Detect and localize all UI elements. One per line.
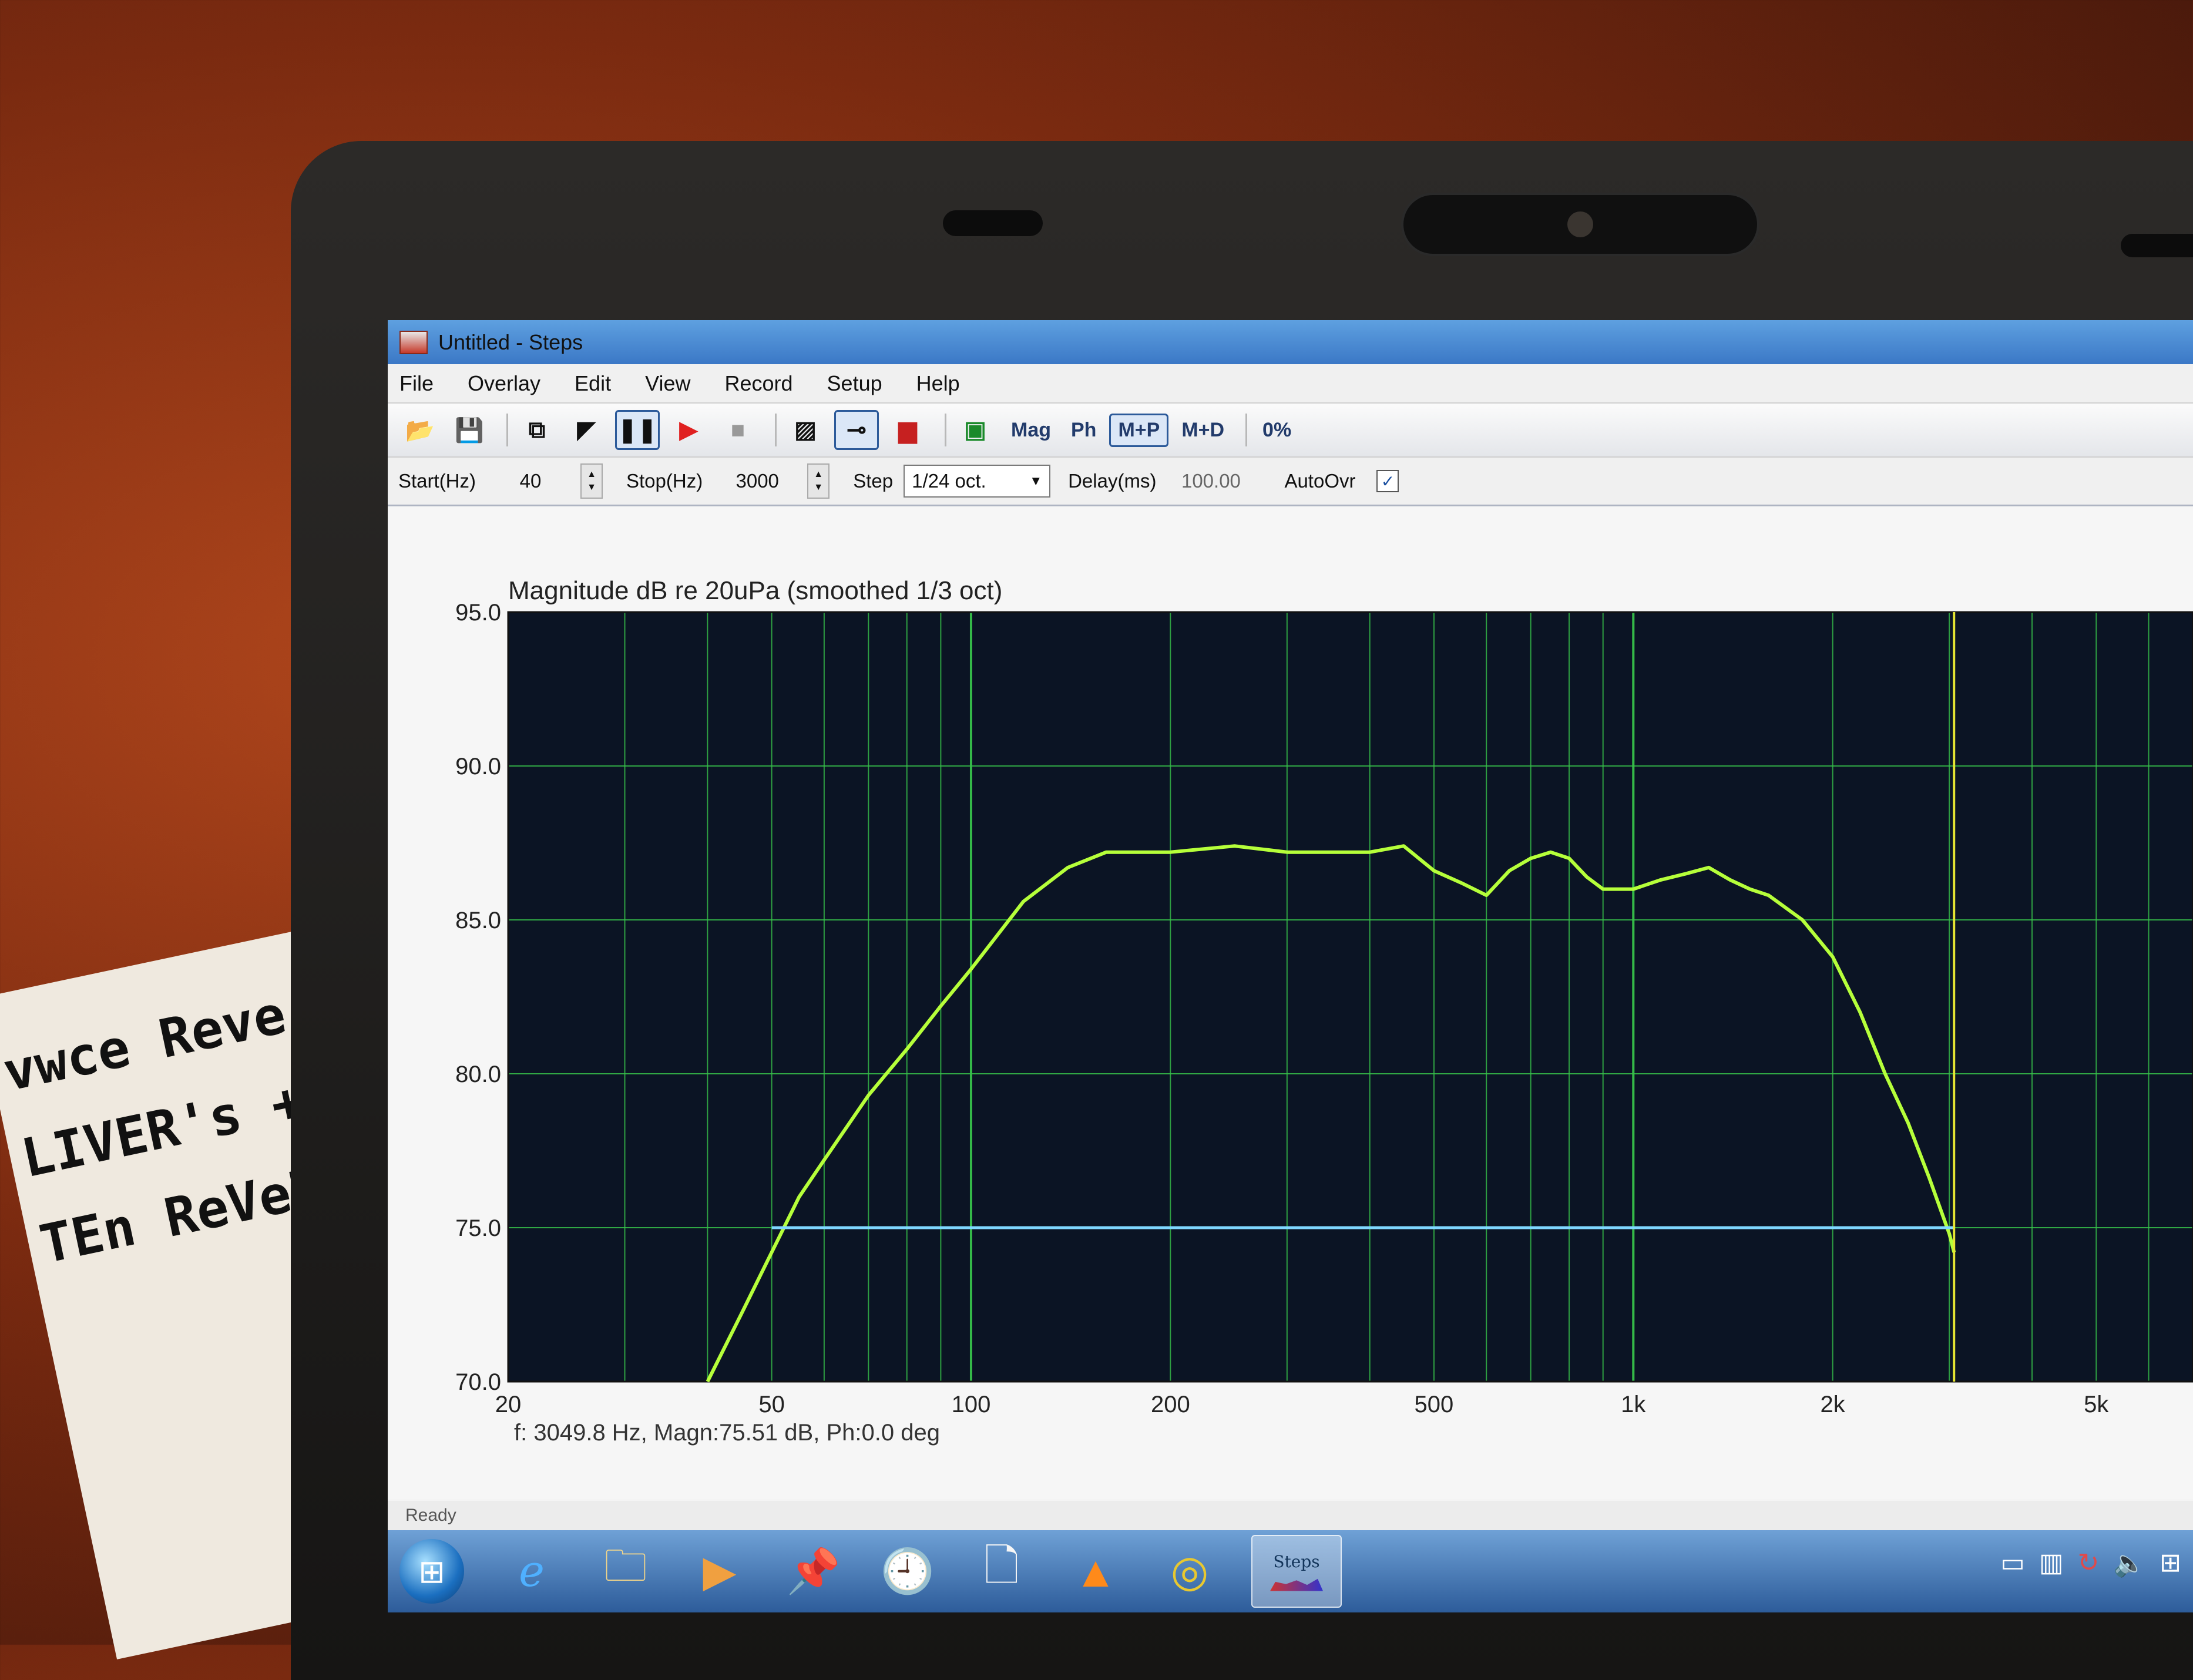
copy-icon[interactable]: ⧉	[516, 412, 558, 448]
steps-app-icon	[1270, 1578, 1323, 1591]
step-label: Step	[853, 470, 894, 492]
app-icon	[399, 330, 428, 354]
pushpin-icon[interactable]: 📌	[781, 1539, 846, 1604]
spin-up-icon: ▲	[587, 469, 596, 479]
toolbar: 📂 💾 ⧉ ◤ ❚❚ ▶ ■ ▨ ⊸ ▆ ▣ Mag Ph M+P M+D 0%	[388, 404, 2193, 458]
toolbar-separator	[1245, 414, 1248, 446]
pointer-icon[interactable]: ◤	[566, 412, 607, 448]
x-tick-label: 50	[758, 1392, 785, 1417]
save-icon[interactable]: 💾	[449, 412, 490, 448]
menu-view[interactable]: View	[645, 371, 690, 396]
stop-icon[interactable]: ■	[717, 412, 758, 448]
chrome-icon[interactable]: ◎	[1157, 1539, 1222, 1604]
menu-file[interactable]: File	[399, 371, 434, 396]
y-tick-label: 90.0	[455, 754, 501, 779]
window-titlebar[interactable]: Untitled - Steps	[388, 320, 2193, 364]
stop-spinner[interactable]: ▲ ▼	[807, 463, 830, 499]
x-tick-label: 20	[495, 1392, 522, 1417]
menu-setup[interactable]: Setup	[827, 371, 882, 396]
delay-input[interactable]: 100.00	[1167, 470, 1255, 492]
clock-icon[interactable]: 🕘	[875, 1539, 940, 1604]
file-explorer-icon[interactable]: 🗀	[593, 1539, 658, 1604]
y-tick-label: 70.0	[455, 1369, 501, 1395]
y-tick-label: 85.0	[455, 908, 501, 933]
delay-label: Delay(ms)	[1068, 470, 1157, 492]
open-folder-icon[interactable]: 📂	[399, 412, 441, 448]
start-spinner[interactable]: ▲ ▼	[580, 463, 603, 499]
probe-icon[interactable]: ⊸	[834, 410, 879, 450]
x-tick-label: 2k	[1821, 1392, 1846, 1417]
tray-network-icon[interactable]: ▥	[2039, 1548, 2064, 1578]
spectrum-icon[interactable]: ▆	[887, 412, 928, 448]
menu-help[interactable]: Help	[916, 371, 960, 396]
toolbar-separator	[506, 414, 508, 446]
start-input[interactable]: 40	[486, 470, 575, 492]
step-select-value: 1/24 oct.	[912, 470, 986, 492]
stop-label: Stop(Hz)	[626, 470, 703, 492]
y-tick-label: 80.0	[455, 1061, 501, 1087]
stop-input[interactable]: 3000	[713, 470, 801, 492]
plot-background	[508, 612, 2193, 1382]
autoovr-label: AutoOvr	[1284, 470, 1356, 492]
autoovr-checkbox[interactable]: ✓	[1376, 470, 1399, 492]
tray-chevron-icon[interactable]: ▭	[2000, 1548, 2025, 1578]
pause-icon[interactable]: ❚❚	[615, 410, 660, 450]
oscilloscope-icon[interactable]: ▣	[955, 412, 996, 448]
x-tick-label: 500	[1415, 1392, 1454, 1417]
x-tick-label: 100	[952, 1392, 991, 1417]
speaker-slot	[943, 210, 1043, 236]
tray-sync-icon[interactable]: ↻	[2077, 1548, 2099, 1578]
vlc-icon[interactable]: ▲	[1063, 1539, 1128, 1604]
x-tick-label: 1k	[1621, 1392, 1646, 1417]
media-player-icon[interactable]: ▶	[687, 1539, 752, 1604]
scope-icon[interactable]: ▨	[785, 412, 826, 448]
start-button-icon[interactable]: ⊞	[399, 1539, 464, 1604]
status-text: Ready	[405, 1506, 456, 1525]
phase-button[interactable]: Ph	[1064, 415, 1103, 445]
start-label: Start(Hz)	[398, 470, 476, 492]
toolbar-separator	[775, 414, 777, 446]
menu-overlay[interactable]: Overlay	[468, 371, 540, 396]
chart-title: Magnitude dB re 20uPa (smoothed 1/3 oct)	[508, 576, 1002, 605]
spin-down-icon: ▼	[814, 482, 824, 492]
mag-button[interactable]: Mag	[1004, 415, 1058, 445]
x-tick-label: 5k	[2084, 1392, 2109, 1417]
bezel-slot	[2121, 234, 2193, 257]
magnitude-chart[interactable]: Magnitude dB re 20uPa (smoothed 1/3 oct)…	[388, 506, 2193, 1499]
y-tick-label: 75.0	[455, 1215, 501, 1241]
tray-windows-icon[interactable]: ⊞	[2160, 1548, 2181, 1578]
menu-bar: File Overlay Edit View Record Setup Help	[388, 364, 2193, 404]
tray-volume-icon[interactable]: 🔈	[2113, 1548, 2145, 1578]
plot-area: Magnitude dB re 20uPa (smoothed 1/3 oct)…	[388, 506, 2193, 1499]
play-icon[interactable]: ▶	[668, 412, 709, 448]
mag-delay-button[interactable]: M+D	[1174, 415, 1231, 445]
document-icon[interactable]: 🗋	[969, 1539, 1034, 1604]
step-select[interactable]: 1/24 oct. ▼	[904, 465, 1051, 498]
menu-record[interactable]: Record	[724, 371, 792, 396]
menu-edit[interactable]: Edit	[575, 371, 611, 396]
x-tick-label: 200	[1151, 1392, 1190, 1417]
percent-button[interactable]: 0%	[1255, 415, 1298, 445]
steps-taskbar-button[interactable]: Steps	[1251, 1535, 1342, 1608]
toolbar-separator	[945, 414, 946, 446]
internet-explorer-icon[interactable]: ℯ	[499, 1539, 564, 1604]
parameter-bar: Start(Hz) 40 ▲ ▼ Stop(Hz) 3000 ▲ ▼ Step 1/…	[388, 458, 2193, 506]
webcam-icon	[1567, 211, 1593, 237]
laptop-screen: Untitled - Steps File Overlay Edit View …	[388, 320, 2193, 1612]
spin-up-icon: ▲	[814, 469, 824, 479]
cursor-readout: f: 3049.8 Hz, Magn:75.51 dB, Ph:0.0 deg	[514, 1420, 940, 1446]
y-tick-label: 95.0	[455, 600, 501, 626]
spin-down-icon: ▼	[587, 482, 596, 492]
mag-phase-button[interactable]: M+P	[1109, 413, 1169, 447]
windows-taskbar: ⊞ ℯ 🗀 ▶ 📌 🕘 🗋 ▲ ◎ Steps ▭ ▥ ↻ 🔈 ⊞	[388, 1530, 2193, 1612]
chevron-down-icon: ▼	[1029, 473, 1043, 488]
window-title: Untitled - Steps	[438, 330, 583, 354]
system-tray: ▭ ▥ ↻ 🔈 ⊞	[2000, 1548, 2181, 1578]
steps-taskbar-label: Steps	[1273, 1551, 1320, 1571]
status-bar: Ready	[388, 1501, 2193, 1530]
